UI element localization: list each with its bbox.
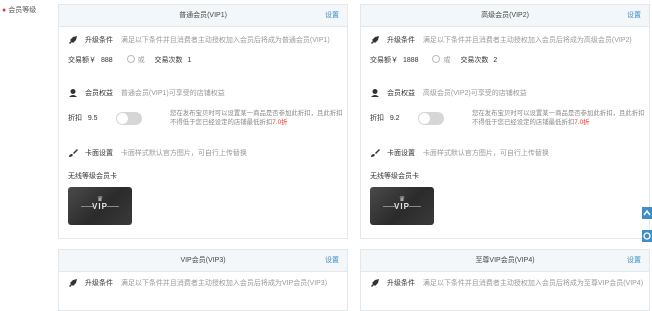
cardset-title: 卡面设置 (386, 150, 415, 157)
vip1-cardset-section: 卡面设置 卡面样式默认官方图片，可自行上传替换 (68, 148, 247, 160)
vip2-title: 高级会员(VIP2) (481, 12, 529, 19)
rocket-icon (69, 36, 77, 45)
upgrade-desc: 满足以下条件并且消费者主动授权加入会员后将成为高级会员(VIP2) (422, 37, 632, 44)
rights-desc: 高级会员(VIP2)可享受的店铺权益 (422, 90, 527, 97)
upgrade-desc: 满足以下条件并且消费者主动授权加入会员后将成为至尊VIP会员(VIP4) (422, 280, 644, 287)
upgrade-desc: 满足以下条件并且消费者主动授权加入会员后将成为普通会员(VIP1) (120, 37, 330, 44)
feedback-button[interactable] (642, 230, 652, 242)
upgrade-title: 升级条件 (386, 280, 415, 287)
member-icon (69, 89, 77, 98)
rocket-icon (371, 36, 379, 45)
vip1-count-value: 1 (187, 57, 192, 64)
vip1-card-label: 无线等级会员卡 (68, 173, 117, 180)
vip3-title: VIP会员(VIP3) (180, 257, 226, 264)
brush-icon (371, 149, 380, 158)
vip2-discount-tip: 您在发布宝贝时可以设置某一商品是否参加此折扣，且此折扣 不得低于您已经设定的店铺… (472, 110, 645, 126)
vip4-settings-link[interactable]: 设置 (627, 250, 641, 271)
vip3-card-header: VIP会员(VIP3) 设置 (59, 250, 347, 272)
rocket-icon (69, 279, 77, 288)
arrow-up-icon (643, 209, 651, 216)
vip2-discount: 折扣 9.2 (370, 115, 400, 122)
vip2-card-header: 高级会员(VIP2) 设置 (361, 5, 649, 27)
chat-icon (643, 232, 651, 240)
vip1-discount-toggle[interactable] (116, 112, 142, 125)
vip1-discount-tip: 您在发布宝贝时可以设置某一商品是否参加此折扣，且此折扣 不得低于您已经设定的店铺… (170, 110, 343, 126)
cardset-title: 卡面设置 (84, 150, 113, 157)
rights-desc: 普通会员(VIP1)可享受的店铺权益 (120, 90, 225, 97)
vip1-upgrade-conditions: 交易额￥ 888 或 交易次数 1 (68, 55, 192, 64)
vip1-amount-value: 888 (100, 57, 113, 64)
vip3-card: VIP会员(VIP3) 设置 升级条件 满足以下条件并且消费者主动授权加入会员后… (58, 249, 348, 311)
vip3-upgrade-section: 升级条件 满足以下条件并且消费者主动授权加入会员后将成为VIP会员(VIP3) (68, 278, 327, 290)
vip2-card: 高级会员(VIP2) 设置 升级条件 满足以下条件并且消费者主动授权加入会员后将… (360, 4, 650, 239)
vip2-settings-link[interactable]: 设置 (627, 5, 641, 26)
vip2-upgrade-section: 升级条件 满足以下条件并且消费者主动授权加入会员后将成为高级会员(VIP2) (370, 35, 632, 47)
vip3-settings-link[interactable]: 设置 (325, 250, 339, 271)
vip2-card-label: 无线等级会员卡 (370, 173, 419, 180)
or-radio[interactable] (126, 55, 135, 63)
vip2-card-image[interactable]: ♛ VIP (370, 187, 434, 225)
brush-icon (69, 149, 78, 158)
upgrade-title: 升级条件 (84, 280, 113, 287)
vip2-discount-toggle[interactable] (418, 112, 444, 125)
vip2-upgrade-conditions: 交易额￥ 1888 或 交易次数 2 (370, 55, 498, 64)
vip1-card-image[interactable]: ♛ VIP (68, 187, 132, 225)
vip1-discount-value: 9.5 (87, 115, 98, 122)
vip2-count-value: 2 (493, 57, 498, 64)
vip1-card: 普通会员(VIP1) 设置 升级条件 满足以下条件并且消费者主动授权加入会员后将… (58, 4, 348, 239)
vip1-settings-link[interactable]: 设置 (325, 5, 339, 26)
vip4-title: 至尊VIP会员(VIP4) (475, 257, 535, 264)
rocket-icon (371, 279, 379, 288)
vip2-rights-section: 会员权益 高级会员(VIP2)可享受的店铺权益 (370, 88, 527, 100)
scroll-top-button[interactable] (642, 207, 652, 219)
vip4-upgrade-section: 升级条件 满足以下条件并且消费者主动授权加入会员后将成为至尊VIP会员(VIP4… (370, 278, 643, 290)
vip2-cardset-section: 卡面设置 卡面样式默认官方图片，可自行上传替换 (370, 148, 549, 160)
upgrade-title: 升级条件 (84, 37, 113, 44)
vip2-amount-value: 1888 (402, 57, 419, 64)
sidebar-title: ● 会员等级 (2, 7, 37, 14)
rights-title: 会员权益 (386, 90, 415, 97)
cardset-desc: 卡面样式默认官方图片，可自行上传替换 (120, 150, 247, 157)
upgrade-desc: 满足以下条件并且消费者主动授权加入会员后将成为VIP会员(VIP3) (120, 280, 328, 287)
vip1-card-header: 普通会员(VIP1) 设置 (59, 5, 347, 27)
vip2-discount-value: 9.2 (389, 115, 400, 122)
vip1-discount: 折扣 9.5 (68, 115, 98, 122)
vip4-card: 至尊VIP会员(VIP4) 设置 升级条件 满足以下条件并且消费者主动授权加入会… (360, 249, 650, 311)
or-radio[interactable] (432, 55, 441, 63)
cardset-desc: 卡面样式默认官方图片，可自行上传替换 (422, 150, 549, 157)
rights-title: 会员权益 (84, 90, 113, 97)
vip4-card-header: 至尊VIP会员(VIP4) 设置 (361, 250, 649, 272)
member-icon (371, 89, 379, 98)
vip1-rights-section: 会员权益 普通会员(VIP1)可享受的店铺权益 (68, 88, 225, 100)
upgrade-title: 升级条件 (386, 37, 415, 44)
vip1-title: 普通会员(VIP1) (179, 12, 227, 19)
vip1-upgrade-section: 升级条件 满足以下条件并且消费者主动授权加入会员后将成为普通会员(VIP1) (68, 35, 330, 47)
